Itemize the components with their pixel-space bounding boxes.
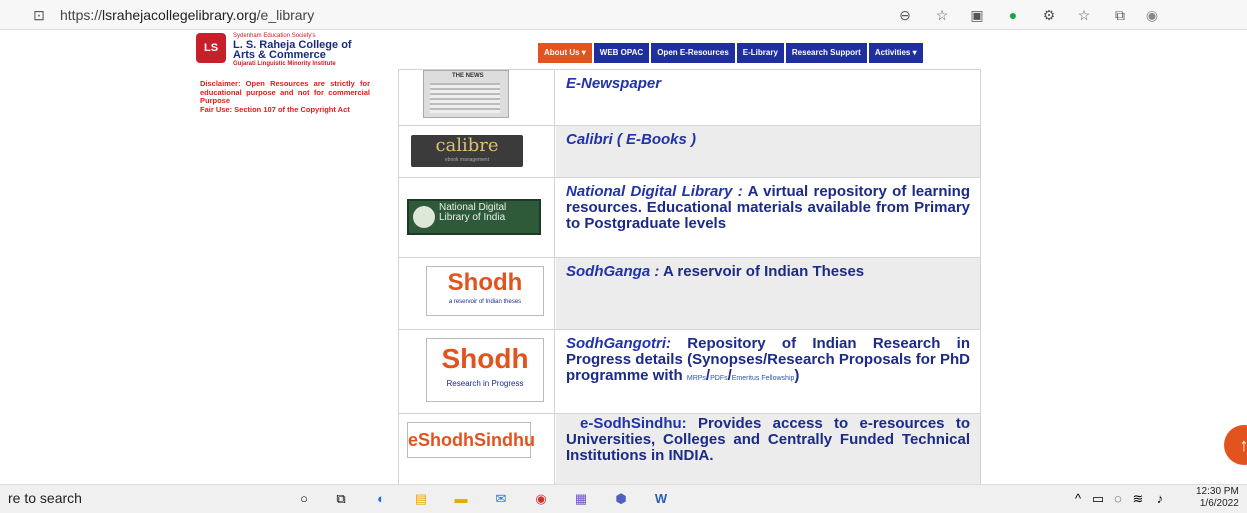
collections-icon[interactable]: ⧉ [1111,6,1129,24]
table-row: eShodhSindhu e-SodhSindhu: Provides acce… [399,414,980,485]
lock-icon: ⊡ [33,7,45,23]
file-explorer-icon[interactable]: ▬ [451,489,471,509]
resource-title-shodhgangotri[interactable]: SodhGangotri: [566,335,671,352]
app-icon[interactable]: ▦ [571,489,591,509]
college-name[interactable]: L. S. Raheja College of Arts & Commerce [233,40,352,61]
clock-date: 1/6/2022 [1199,498,1239,509]
shodhganga-logo-subtitle: a reservoir of Indian theses [448,299,522,305]
chrome-icon[interactable]: ◉ [531,489,551,509]
profile-icon[interactable]: ◉ [1143,6,1161,24]
shodhgangotri-logo-text: Shodh [441,343,529,374]
mail-icon[interactable]: ✉ [491,489,511,509]
clock-time: 12:30 PM [1196,486,1239,497]
shodhganga-logo[interactable]: Shodh a reservoir of Indian theses [426,266,544,316]
favorites-bar-icon[interactable]: ☆ [1075,6,1093,24]
table-row: National Digital Library of India Nation… [399,178,980,258]
resources-table: THE NEWS E-Newspaper calibre ebook manag… [398,69,981,485]
resource-title-ndl[interactable]: National Digital Library : [566,183,743,200]
scroll-top-button[interactable]: ↑ [1224,425,1247,465]
table-row: Shodh a reservoir of Indian theses SodhG… [399,258,980,330]
volume-icon[interactable]: ♪ [1150,489,1170,509]
calibre-logo-text: calibre [435,135,499,156]
word-icon[interactable]: W [651,489,671,509]
ndl-logo[interactable]: National Digital Library of India [407,199,541,235]
fair-use-text: Fair Use: Section 107 of the Copyright A… [200,104,350,114]
nav-open-e-resources[interactable]: Open E-Resources [651,43,735,63]
favorite-icon[interactable]: ☆ [933,6,951,24]
nav-about-us[interactable]: About Us ▾ [538,43,592,63]
table-row: Shodh Research in Progress SodhGangotri:… [399,330,980,414]
calibre-logo-subtitle: ebook management [444,157,490,163]
nav-research-support[interactable]: Research Support [785,43,867,63]
resource-desc-shodhganga: A reservoir of Indian Theses [662,263,865,280]
resource-title-shodhganga[interactable]: SodhGanga : [566,263,659,280]
battery-icon[interactable]: ▭ [1088,489,1108,509]
nav-e-library[interactable]: E-Library [736,43,784,63]
address-bar[interactable]: https://lsrahejacollegelibrary.org/e_lib… [60,7,314,23]
emeritus-fellowship-link[interactable]: Emeritus Fellowship [732,375,795,382]
extension-icon[interactable]: ▣ [968,6,986,24]
table-row: THE NEWS E-Newspaper [399,70,980,126]
shodhgangotri-logo[interactable]: Shodh Research in Progress [426,338,544,402]
disclaimer-text: Disclaimer: Open Resources are strictly … [200,79,370,105]
task-view-icon[interactable]: ⧉ [331,489,351,509]
grammarly-icon[interactable]: ● [1004,6,1022,24]
college-tagline: Gujarati Linguistic Minority Institute [233,61,336,67]
teams-icon[interactable]: ⬢ [611,489,631,509]
pdfs-link[interactable]: PDFs [710,375,728,382]
table-row: calibre ebook management Calibri ( E-Boo… [399,126,980,178]
puzzle-icon[interactable]: ⚙ [1040,6,1058,24]
main-nav: About Us ▾ WEB OPAC Open E-Resources E-L… [538,43,923,63]
disclaimer: Disclaimer: Open Resources are strictly … [200,79,370,114]
network-icon[interactable]: ◌ [1108,489,1128,509]
cortana-icon[interactable]: ○ [294,489,314,509]
wifi-icon[interactable]: ≋ [1128,489,1148,509]
ndl-logo-text: National Digital Library of India [439,202,507,223]
clock[interactable]: 12:30 PM 1/6/2022 [1196,486,1239,510]
thumbnail-caption: THE NEWS [452,73,484,79]
edge-icon[interactable]: ◐ [371,489,391,509]
ndl-emblem-icon [413,206,435,228]
college-name-line2: Arts & Commerce [233,49,326,61]
resource-title-calibre[interactable]: Calibri ( E-Books ) [566,131,696,148]
nav-web-opac[interactable]: WEB OPAC [593,43,650,63]
eshodhsindhu-logo-text: eShodhSindhu [408,430,535,450]
zoom-icon[interactable]: ⊖ [896,6,914,24]
resource-title-eshodhsindhu[interactable]: e-SodhSindhu: [566,415,687,432]
college-logo[interactable]: LS [196,33,226,63]
eshodhsindhu-logo[interactable]: eShodhSindhu [407,422,535,458]
taskbar-search[interactable]: re to search [8,490,82,506]
shodhgangotri-logo-subtitle: Research in Progress [446,379,524,388]
mrps-link[interactable]: MRPs [687,375,706,382]
nav-activities[interactable]: Activities ▾ [868,43,923,63]
newspaper-thumbnail[interactable]: THE NEWS [423,70,509,118]
store-icon[interactable]: ▤ [411,489,431,509]
calibre-logo[interactable]: calibre ebook management [411,135,523,167]
shodhganga-logo-text: Shodh [447,269,523,296]
tray-chevron-icon[interactable]: ^ [1068,489,1088,509]
resource-title-e-newspaper[interactable]: E-Newspaper [566,75,661,92]
